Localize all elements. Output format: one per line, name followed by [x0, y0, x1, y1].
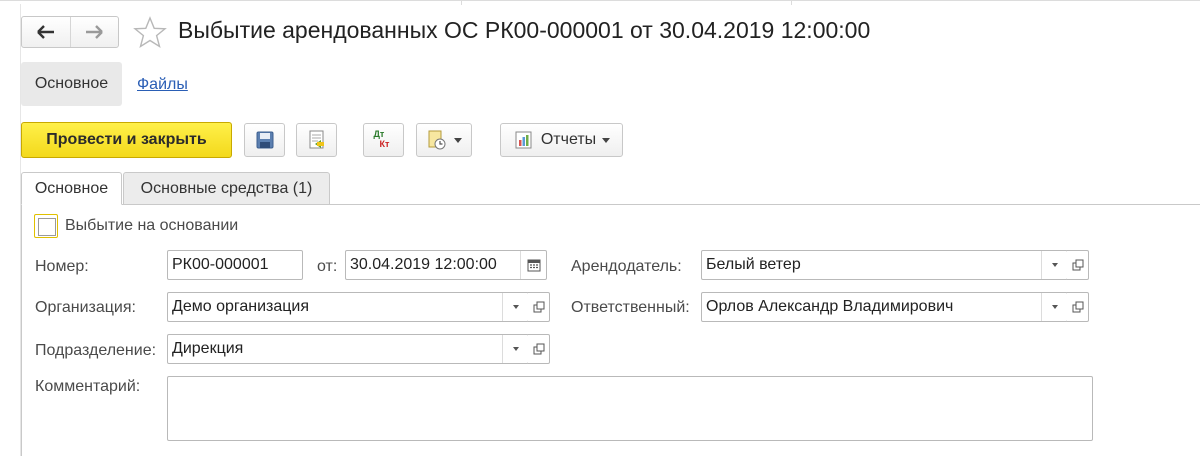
section-tab-files[interactable]: Файлы [137, 76, 188, 94]
responsible-label: Ответственный: [571, 299, 690, 316]
date-field[interactable]: 30.04.2019 12:00:00 [345, 250, 547, 280]
organization-field[interactable]: Демо организация [167, 292, 529, 322]
favorite-button[interactable] [133, 16, 167, 50]
organization-open-button[interactable] [528, 292, 550, 322]
lessor-open-button[interactable] [1067, 250, 1089, 280]
star-icon [133, 16, 167, 49]
top-border [0, 0, 1200, 5]
number-label: Номер: [35, 258, 89, 275]
responsible-value: Орлов Александр Владимирович [706, 298, 954, 315]
open-icon [1072, 301, 1083, 313]
basis-checkbox[interactable] [34, 214, 58, 238]
save-icon [256, 131, 273, 149]
tab-fixed-assets[interactable]: Основные средства (1) [123, 172, 330, 205]
save-button[interactable] [244, 123, 285, 157]
open-icon [533, 301, 544, 313]
back-button[interactable] [22, 17, 70, 47]
comment-field[interactable] [167, 376, 1093, 441]
responsible-open-button[interactable] [1067, 292, 1089, 322]
reports-button[interactable]: Отчеты [500, 123, 623, 157]
chevron-down-icon [512, 305, 519, 309]
comment-label: Комментарий: [35, 378, 141, 395]
organization-value: Демо организация [172, 298, 310, 315]
post-button[interactable] [296, 123, 337, 157]
reports-label: Отчеты [540, 131, 597, 148]
dt-kt-icon: Дт Кт [372, 129, 396, 151]
responsible-field[interactable]: Орлов Александр Владимирович [701, 292, 1068, 322]
department-field[interactable]: Дирекция [167, 334, 529, 364]
reports-icon [515, 131, 532, 149]
back-arrow-icon [36, 25, 54, 39]
top-separator [461, 1, 462, 5]
calendar-icon [527, 259, 540, 272]
department-open-button[interactable] [528, 334, 550, 364]
lessor-label: Арендодатель: [571, 258, 682, 275]
lessor-dropdown[interactable] [1041, 251, 1067, 279]
page-title: Выбытие арендованных ОС РК00-000001 от 3… [178, 17, 871, 43]
number-value: РК00-000001 [172, 256, 269, 273]
tab-main[interactable]: Основное [21, 172, 122, 205]
department-value: Дирекция [172, 340, 244, 357]
date-label: от: [317, 258, 338, 275]
post-and-close-button[interactable]: Провести и закрыть [21, 122, 232, 158]
department-dropdown[interactable] [502, 335, 528, 363]
content-left-border [21, 205, 22, 456]
lessor-field[interactable]: Белый ветер [701, 250, 1068, 280]
calendar-button[interactable] [520, 251, 546, 279]
dt-label: Дт [373, 129, 385, 139]
nav-buttons [21, 16, 119, 48]
responsible-dropdown[interactable] [1041, 293, 1067, 321]
department-label: Подразделение: [35, 342, 157, 359]
create-based-icon [428, 130, 446, 150]
top-separator [791, 1, 792, 5]
section-tab-main[interactable]: Основное [21, 62, 122, 106]
date-value: 30.04.2019 12:00:00 [350, 256, 497, 273]
kt-label: Кт [379, 139, 390, 149]
open-icon [533, 343, 544, 355]
forward-button[interactable] [69, 17, 119, 47]
basis-label: Выбытие на основании [65, 217, 239, 234]
create-based-on-button[interactable] [416, 123, 472, 157]
open-icon [1072, 259, 1083, 271]
chevron-down-icon [1051, 305, 1058, 309]
chevron-down-icon [454, 137, 462, 143]
chevron-down-icon [1051, 263, 1058, 267]
chevron-down-icon [602, 137, 611, 143]
organization-dropdown[interactable] [502, 293, 528, 321]
organization-label: Организация: [35, 299, 136, 316]
post-icon [309, 130, 324, 149]
dt-kt-button[interactable]: Дт Кт [363, 123, 404, 157]
chevron-down-icon [512, 347, 519, 351]
lessor-value: Белый ветер [706, 256, 801, 273]
number-field[interactable]: РК00-000001 [167, 250, 303, 280]
forward-arrow-icon [86, 25, 104, 39]
